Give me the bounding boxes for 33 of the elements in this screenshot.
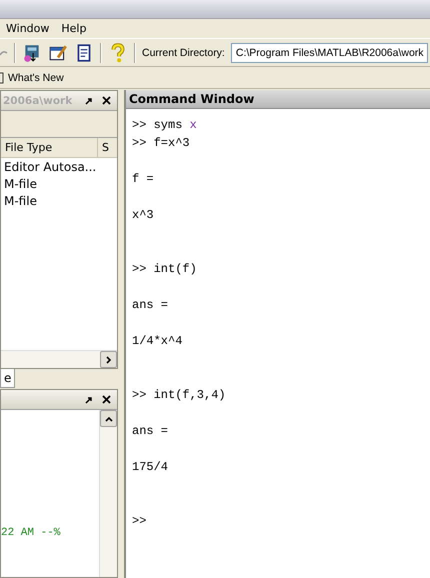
scroll-up-button[interactable] <box>100 410 117 427</box>
command-prompt[interactable]: >> <box>132 512 430 530</box>
output-label: ans = <box>132 297 170 314</box>
menu-item[interactable]: Window <box>6 22 50 35</box>
column-header[interactable]: File Type <box>1 138 98 157</box>
file-type-cell-text: M-file <box>3 176 38 193</box>
command-line: >> f=x^3 <box>132 135 191 152</box>
close-icon[interactable] <box>102 96 111 105</box>
output-label: ans = <box>132 423 170 440</box>
form-edit-icon[interactable] <box>48 42 68 62</box>
command-line: >> syms x <box>132 117 198 134</box>
command-line: >> int(f) <box>132 261 198 278</box>
bracket-icon <box>0 72 4 84</box>
output-value: 175/4 <box>132 459 170 476</box>
output-value: x^3 <box>132 207 155 224</box>
output-value: 1/4*x^4 <box>132 333 184 350</box>
panel-title: 2006a\work <box>3 94 74 106</box>
directory-label: Current Directory: <box>142 46 225 58</box>
undock-icon[interactable] <box>85 96 93 104</box>
file-type-cell-text: M-file <box>3 193 38 210</box>
panel-title: Command Window <box>126 90 430 109</box>
shortcut-item[interactable]: What's New <box>0 72 64 84</box>
file-type-cell-text: Editor Autosa... <box>3 159 98 176</box>
output-label: f = <box>132 171 155 188</box>
scroll-right-button[interactable] <box>100 351 117 368</box>
menu-item[interactable]: Help <box>61 22 86 35</box>
column-header[interactable]: S <box>98 138 117 157</box>
history-line[interactable]: 22 AM --% <box>1 527 60 539</box>
directory-field[interactable]: C:\Program Files\MATLAB\R2006a\work <box>230 42 428 62</box>
panel-tab[interactable]: e <box>0 369 16 388</box>
command-line: >> int(f,3,4) <box>132 387 227 404</box>
close-icon[interactable] <box>102 395 111 404</box>
undock-icon[interactable] <box>85 396 93 404</box>
